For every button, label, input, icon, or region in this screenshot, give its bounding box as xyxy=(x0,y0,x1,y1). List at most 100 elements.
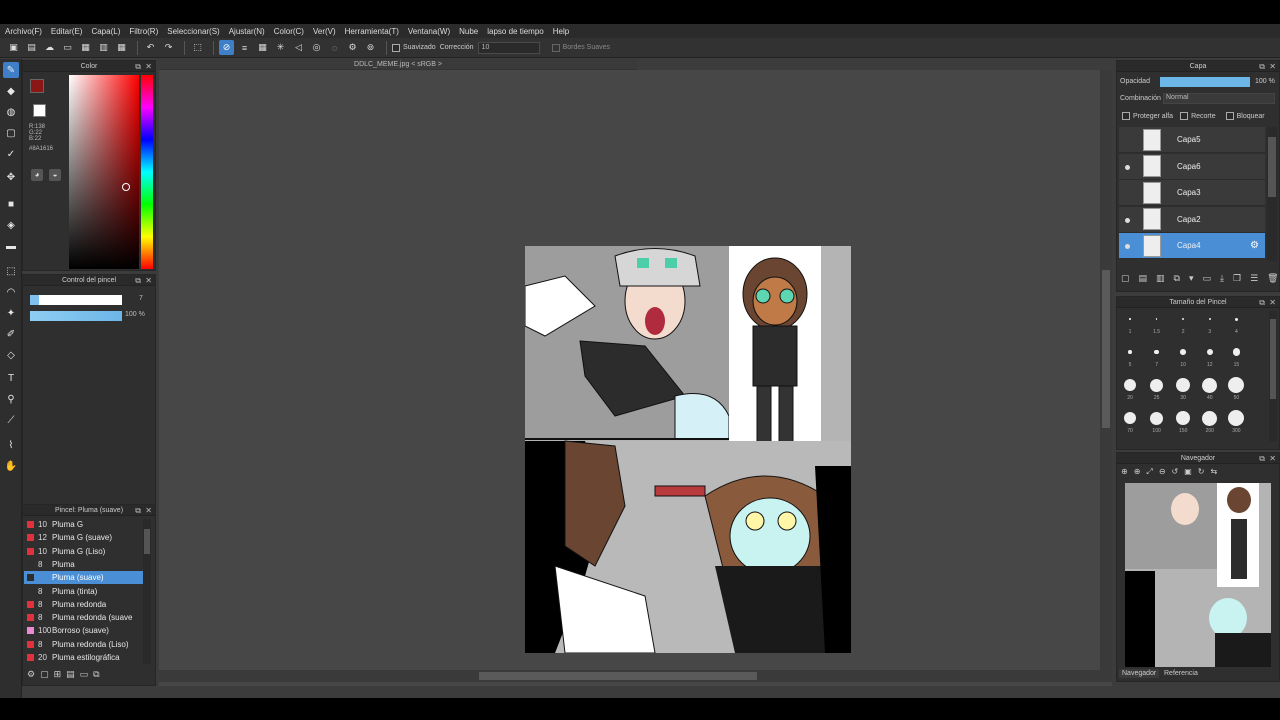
rect-select-tool-icon[interactable]: ▢ xyxy=(3,125,19,141)
settings-layer-icon[interactable]: ☰ xyxy=(1250,273,1258,284)
brush-size-dot[interactable] xyxy=(1206,348,1213,356)
snap-perspective-icon[interactable]: ◁ xyxy=(291,40,306,55)
canvas-area[interactable] xyxy=(159,70,1112,686)
brush-copy-icon[interactable]: ▤ xyxy=(66,669,75,680)
navigator-preview[interactable] xyxy=(1125,483,1271,667)
canvas-vertical-scrollbar[interactable] xyxy=(1100,70,1112,682)
zoom-out-icon[interactable]: ⊖ xyxy=(1159,467,1166,477)
menu-item[interactable]: Ver(V) xyxy=(313,27,336,36)
color-picker-cursor[interactable] xyxy=(122,183,130,191)
brush-new-icon[interactable]: ▢ xyxy=(40,669,49,680)
brush-size-dot[interactable] xyxy=(1154,349,1159,355)
panel-close-icon[interactable]: ✕ xyxy=(145,275,152,286)
select-eraser-tool-icon[interactable]: ◇ xyxy=(3,347,19,363)
correction-input[interactable]: 10 xyxy=(477,41,540,54)
copy-layer-icon[interactable]: ❐ xyxy=(1233,273,1241,284)
brush-opacity-slider[interactable] xyxy=(30,311,122,321)
brush-size-dot[interactable] xyxy=(1124,412,1136,424)
brush-size-dot[interactable] xyxy=(1129,318,1131,320)
brush-settings-icon[interactable]: ⚙ xyxy=(27,669,35,680)
layer-row[interactable]: Capa3 xyxy=(1119,180,1265,207)
saturation-value-picker[interactable] xyxy=(69,75,139,269)
brush-size-dot[interactable] xyxy=(1176,411,1191,425)
eye-icon[interactable] xyxy=(1125,217,1130,223)
redo-icon[interactable]: ↷ xyxy=(161,40,176,55)
duplicate-layer-icon[interactable]: ⧉ xyxy=(1174,273,1180,284)
delete-layer-icon[interactable]: 🗑 xyxy=(1267,273,1278,284)
brush-size-dot[interactable] xyxy=(1202,410,1218,426)
layer-row[interactable]: Capa5 xyxy=(1119,127,1265,153)
blend-mode-select[interactable]: Normal xyxy=(1163,93,1275,104)
layer-settings-icon[interactable]: ⚙ xyxy=(1250,240,1259,251)
brush-size-dot[interactable] xyxy=(1124,379,1136,391)
menu-item[interactable]: Color(C) xyxy=(274,27,304,36)
snap-circle-icon[interactable]: ◎ xyxy=(309,40,324,55)
smooth-checkbox[interactable] xyxy=(392,43,400,52)
brush-size-dot[interactable] xyxy=(1180,349,1186,355)
menu-item[interactable]: Seleccionar(S) xyxy=(167,27,219,36)
rotate-right-icon[interactable]: ↻ xyxy=(1198,467,1205,477)
soft-edges-checkbox[interactable] xyxy=(551,43,560,52)
dot-tool-icon[interactable]: ◍ xyxy=(3,104,19,120)
new-folder-icon[interactable]: ▭ xyxy=(1203,273,1212,284)
brush-size-dot[interactable] xyxy=(1182,318,1185,320)
layer-menu-icon[interactable]: ▾ xyxy=(1189,273,1194,284)
eyedropper-tool-icon[interactable]: ⌇ xyxy=(3,437,19,453)
text-tool-icon[interactable]: T xyxy=(3,370,19,386)
panel-close-icon[interactable]: ✕ xyxy=(145,61,152,72)
layer-row[interactable]: Capa4 ⚙ xyxy=(1119,233,1265,260)
layer-icon[interactable]: ▣ xyxy=(6,40,21,55)
canvas-horizontal-scrollbar[interactable] xyxy=(159,670,1112,682)
tab-navigator[interactable]: Navegador xyxy=(1119,669,1160,678)
new-8bit-layer-icon[interactable]: ▥ xyxy=(1156,273,1165,284)
brush-list-item[interactable]: 8 Pluma redonda (suave xyxy=(24,611,149,624)
layer-row[interactable]: Capa6 xyxy=(1119,153,1265,180)
snap-grid-icon[interactable]: ▦ xyxy=(255,40,270,55)
undo-icon[interactable]: ↶ xyxy=(143,40,158,55)
gradient-tool-icon[interactable]: ▬ xyxy=(3,238,19,254)
brush-duplicate-icon[interactable]: ⧉ xyxy=(93,669,99,680)
brush-size-dot[interactable] xyxy=(1176,378,1191,392)
brush-size-dot[interactable] xyxy=(1232,348,1240,356)
actual-size-icon[interactable]: ▣ xyxy=(1184,467,1192,477)
menu-item[interactable]: Nube xyxy=(459,27,478,36)
brush-size-dot[interactable] xyxy=(1150,378,1164,392)
panel-float-icon[interactable]: ⧉ xyxy=(135,275,141,286)
document-tab[interactable]: DDLC_MEME.jpg < sRGB > xyxy=(159,59,637,70)
panel-close-icon[interactable]: ✕ xyxy=(145,505,152,516)
snap-settings-icon[interactable]: ⚙ xyxy=(345,40,360,55)
brush-size-scrollbar[interactable] xyxy=(1269,311,1277,441)
eye-icon[interactable] xyxy=(1125,244,1130,250)
pen-check-tool-icon[interactable]: ✓ xyxy=(3,146,19,162)
eraser-tool-icon[interactable]: ◆ xyxy=(3,83,19,99)
brush-size-dot[interactable] xyxy=(1128,350,1132,354)
hand-tool-icon[interactable]: ✋ xyxy=(3,458,19,474)
brush-add-icon[interactable]: ⊞ xyxy=(54,669,62,680)
snap-concentric-icon[interactable]: ⊚ xyxy=(363,40,378,55)
brush-list-item[interactable]: 8 Pluma redonda xyxy=(24,598,149,611)
snap-parallel-icon[interactable]: ≡ xyxy=(237,40,252,55)
menu-item[interactable]: Ajustar(N) xyxy=(229,27,265,36)
menu-item[interactable]: Herramienta(T) xyxy=(345,27,399,36)
brush-size-slider[interactable] xyxy=(30,295,122,305)
move-tool-icon[interactable]: ✥ xyxy=(3,169,19,185)
menu-item[interactable]: Ventana(W) xyxy=(408,27,450,36)
tab-reference[interactable]: Referencia xyxy=(1161,669,1201,678)
operation-tool-icon[interactable]: ⚲ xyxy=(3,391,19,407)
menu-item[interactable]: Editar(E) xyxy=(51,27,83,36)
divide-tool-icon[interactable]: ⟋ xyxy=(3,412,19,428)
selection-icon[interactable]: ⬚ xyxy=(190,40,205,55)
fill-rect-tool-icon[interactable]: ■ xyxy=(3,196,19,212)
lasso-tool-icon[interactable]: ◠ xyxy=(3,284,19,300)
menu-item[interactable]: lapso de tiempo xyxy=(487,27,543,36)
panel-close-icon[interactable]: ✕ xyxy=(1269,453,1276,464)
layer-row[interactable]: Capa2 xyxy=(1119,206,1265,233)
brush-list-item[interactable]: 12 Pluma G (suave) xyxy=(24,531,149,544)
protect-alpha-checkbox[interactable] xyxy=(1122,112,1130,120)
brush-list-item[interactable]: 20 Pluma estilográfica xyxy=(24,651,149,663)
brush-tool-icon[interactable]: ✎ xyxy=(3,62,19,78)
panel-float-icon[interactable]: ⧉ xyxy=(135,61,141,72)
lock-checkbox[interactable] xyxy=(1225,112,1234,120)
magic-wand-tool-icon[interactable]: ✦ xyxy=(3,305,19,321)
brush-list-item[interactable]: 8 Pluma redonda (Liso) xyxy=(24,638,149,651)
